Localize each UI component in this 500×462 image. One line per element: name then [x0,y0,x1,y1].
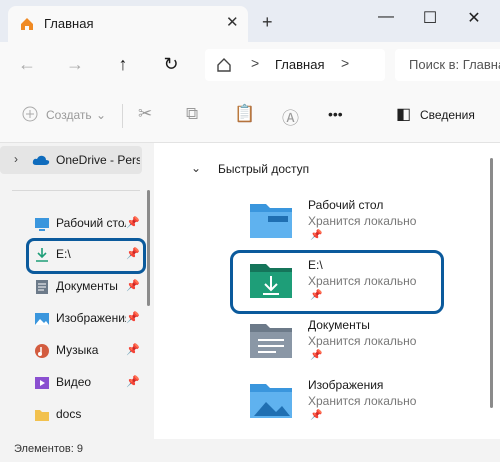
item-name: Рабочий стол [308,198,384,212]
pin-icon: 📌 [126,312,140,324]
sidebar-item-documents[interactable]: Документы 📌 [28,273,140,301]
refresh-button[interactable]: ↻ [160,53,182,75]
create-button[interactable]: Создать [46,108,92,122]
details-pane-icon: ◧ [396,106,412,123]
quick-access-item[interactable]: Изображения Хранится локально 📌 [242,374,442,432]
selection-highlight [230,250,444,314]
cut-icon[interactable]: ✂ [138,104,152,124]
content-scrollbar[interactable] [490,158,493,408]
breadcrumb-dropdown-icon[interactable]: > [341,55,349,71]
paste-icon[interactable]: 📋 [234,104,255,124]
sidebar-item-pictures[interactable]: Изображения 📌 [28,305,140,333]
search-input[interactable]: Поиск в: Главная [395,49,500,81]
sidebar-item-label: Видео [56,375,92,389]
create-dropdown-icon: ⌄ [96,108,107,122]
sidebar-item-video[interactable]: Видео 📌 [28,369,140,397]
item-status: Хранится локально [308,334,417,348]
pictures-folder-icon [250,384,292,418]
music-icon [35,344,49,358]
tab-home[interactable]: Главная ✕ [8,6,248,42]
sidebar-item-label: Рабочий стол [56,216,126,230]
desktop-folder-icon [250,204,292,238]
item-name: Документы [308,318,370,332]
up-button[interactable]: ↑ [112,53,134,75]
sidebar-item-label: Документы [56,279,118,293]
tab-label: Главная [44,16,94,31]
pin-icon: 📌 [310,230,323,241]
pictures-icon [35,313,49,325]
toolbar-divider [122,104,123,128]
rename-icon[interactable]: Ⓐ [282,104,299,129]
more-options-button[interactable]: ••• [328,106,343,122]
folder-icon [35,410,49,421]
status-bar: Элементов: 9 [0,439,500,462]
maximize-button[interactable]: ☐ [418,8,442,28]
cloud-icon [32,155,50,165]
sidebar-item-desktop[interactable]: Рабочий стол 📌 [28,210,140,238]
breadcrumb-chevron-icon: > [251,55,260,71]
desktop-icon [35,218,49,231]
expand-chevron-icon[interactable]: › [14,152,18,166]
details-button[interactable]: Сведения [420,108,475,122]
sidebar-item-label: OneDrive - Personal [56,153,140,167]
sidebar-item-label: Изображения [56,311,126,325]
pin-icon: 📌 [126,280,140,292]
sidebar-divider [12,190,140,191]
home-outline-icon [217,58,231,72]
section-title[interactable]: Быстрый доступ [218,162,309,176]
breadcrumb-home[interactable]: Главная [275,57,324,72]
sidebar-item-music[interactable]: Музыка 📌 [28,337,140,365]
pin-icon: 📌 [310,410,323,421]
minimize-button[interactable]: — [374,8,398,28]
close-window-button[interactable]: ✕ [462,8,486,28]
collapse-chevron-icon[interactable]: ⌄ [191,161,201,175]
pin-icon: 📌 [126,217,140,229]
item-count: Элементов: 9 [14,443,83,455]
new-tab-button[interactable]: + [262,12,273,33]
copy-icon[interactable]: ⧉ [186,104,198,124]
documents-folder-icon [250,324,292,358]
sidebar-item-label: docs [56,407,82,421]
add-icon [22,106,38,122]
item-status: Хранится локально [308,214,417,228]
selection-highlight [26,238,146,274]
quick-access-item[interactable]: Рабочий стол Хранится локально 📌 [242,194,442,252]
pin-icon: 📌 [126,376,140,388]
video-icon [35,377,49,389]
forward-button[interactable]: → [64,53,86,75]
sidebar-item-docs[interactable]: docs [28,401,140,429]
sidebar-item-onedrive[interactable]: › OneDrive - Personal [0,146,142,174]
search-placeholder: Поиск в: Главная [409,57,500,72]
sidebar-item-label: Музыка [56,343,99,357]
item-status: Хранится локально [308,394,417,408]
home-icon [21,18,33,30]
sidebar-scrollbar[interactable] [147,190,150,306]
pin-icon: 📌 [126,344,140,356]
close-tab-button[interactable]: ✕ [226,13,239,31]
back-button[interactable]: ← [16,53,38,75]
pin-icon: 📌 [310,350,323,361]
address-bar[interactable]: > Главная > [205,49,385,81]
quick-access-item[interactable]: Документы Хранится локально 📌 [242,314,442,372]
item-name: Изображения [308,378,384,392]
documents-icon [36,280,48,294]
